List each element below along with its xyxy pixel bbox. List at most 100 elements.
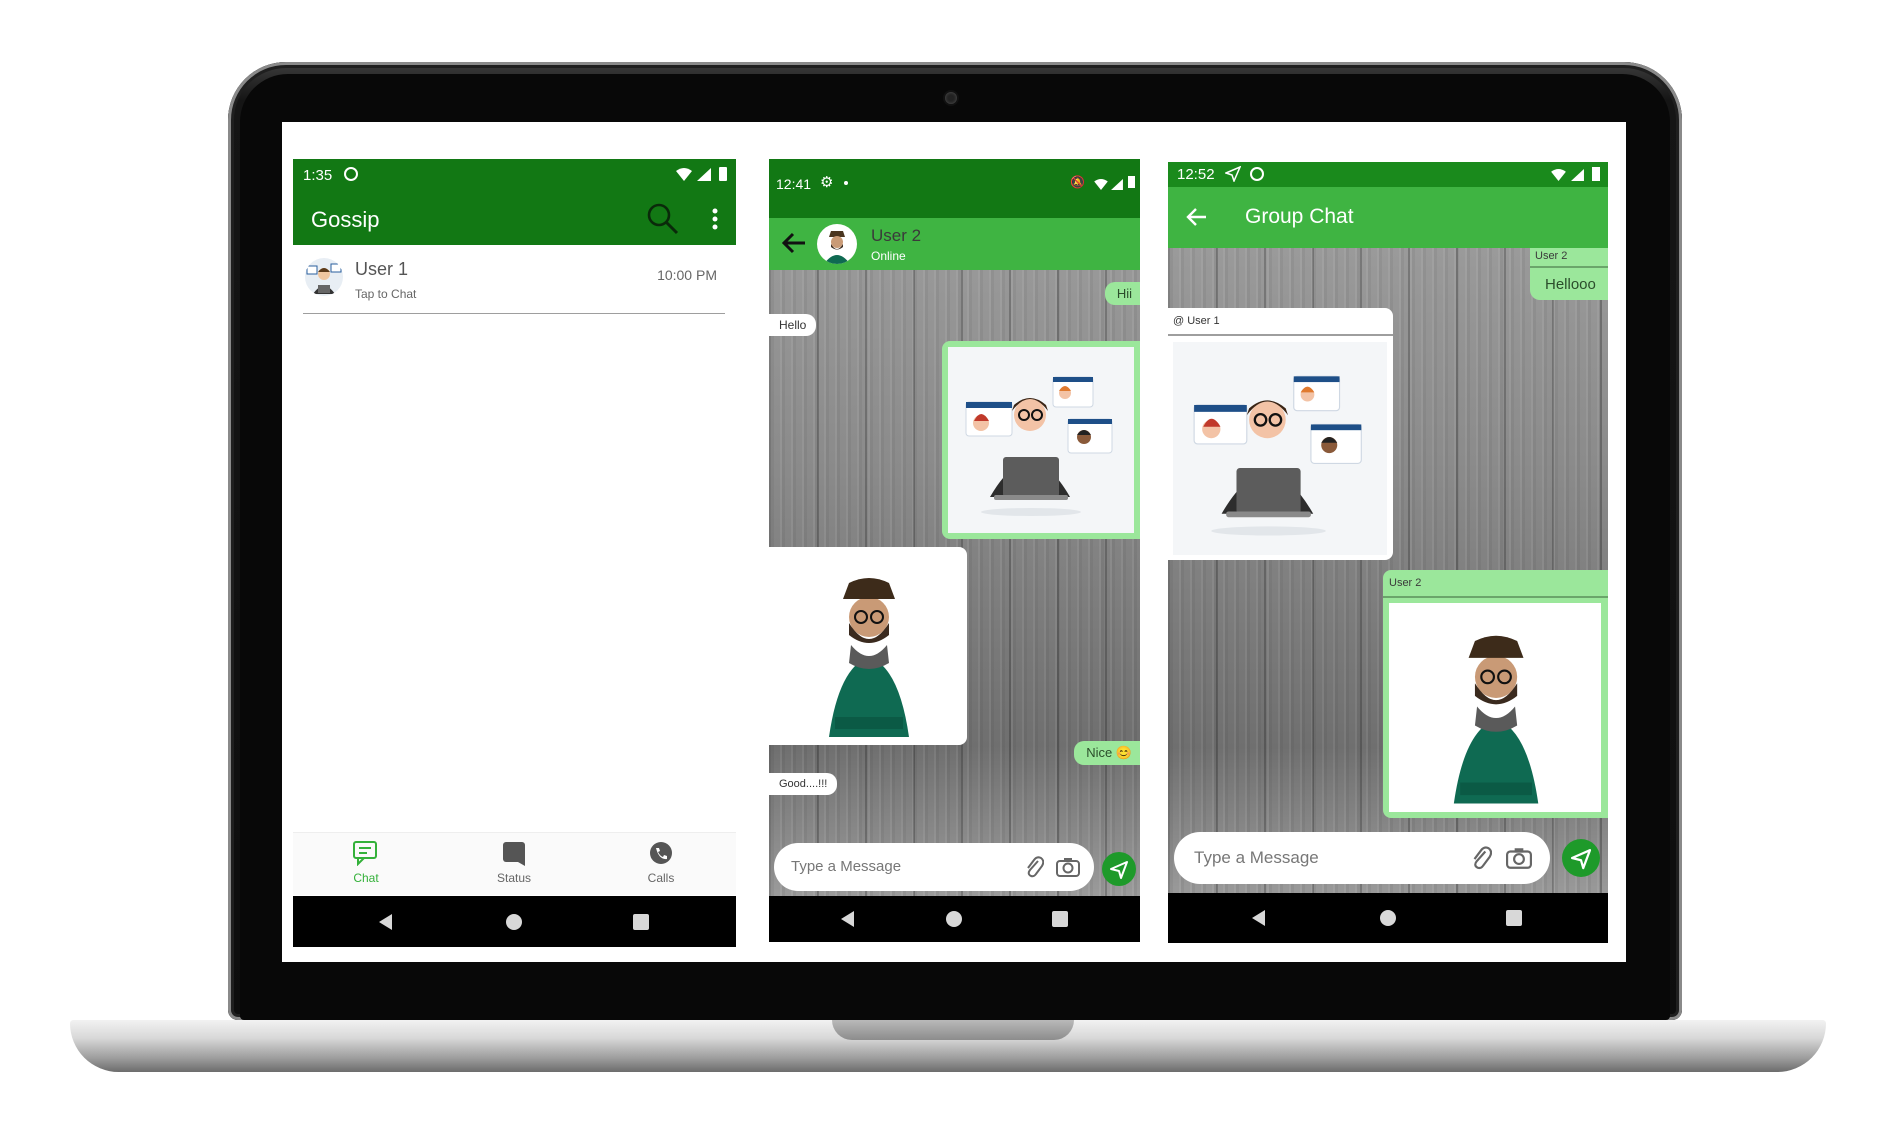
bottom-nav: Chat Status Calls	[293, 832, 736, 895]
message-text: Good....!!!	[779, 778, 828, 790]
message-bubble-out[interactable]: Nice 😊	[1074, 741, 1140, 765]
tab-status[interactable]: Status	[489, 840, 539, 885]
tab-calls-label: Calls	[647, 871, 675, 885]
data-saver-icon	[344, 167, 358, 181]
calls-icon	[650, 842, 672, 864]
message-text: Hello	[779, 318, 807, 332]
contact-name: User 2	[871, 226, 922, 245]
wifi-icon	[676, 168, 692, 184]
wifi-icon	[1094, 177, 1108, 193]
attach-icon[interactable]	[1024, 855, 1045, 884]
data-saver-icon	[1250, 167, 1264, 181]
settings-icon: ⚙	[820, 174, 834, 191]
message-text: Nice 😊	[1086, 745, 1132, 760]
chat-header: User 2 Online	[769, 218, 1140, 270]
contact-avatar[interactable]	[817, 224, 857, 264]
chat-item-time: 10:00 PM	[657, 267, 717, 283]
group-image-in[interactable]: @ User 1	[1168, 308, 1393, 560]
battery-icon	[1128, 176, 1135, 188]
laptop-notch	[832, 1020, 1074, 1040]
webcam	[945, 92, 957, 104]
image-message-out[interactable]	[942, 341, 1140, 539]
nav-recent-icon[interactable]	[633, 914, 649, 930]
message-input[interactable]: Type a Message	[1174, 832, 1550, 884]
tab-chat-label: Chat	[353, 871, 379, 885]
shared-photo	[829, 578, 909, 737]
nav-back-icon[interactable]	[1252, 910, 1265, 926]
signal-icon	[1111, 177, 1123, 193]
send-button[interactable]	[1562, 839, 1600, 877]
nav-recent-icon[interactable]	[1052, 911, 1068, 927]
camera-icon[interactable]	[1056, 857, 1080, 882]
status-time: 12:41	[776, 176, 812, 192]
message-input[interactable]: Type a Message	[774, 843, 1094, 891]
signal-icon	[1571, 168, 1584, 184]
search-icon[interactable]	[646, 202, 680, 241]
sender-divider	[1168, 334, 1393, 336]
group-title: Group Chat	[1245, 205, 1354, 228]
send-icon	[1110, 861, 1128, 879]
phone-chat-list: 1:35 Gossip User 1 Tap to Chat 10:00 PM …	[293, 159, 736, 947]
camera-icon[interactable]	[1506, 847, 1532, 874]
status-bar: 12:52	[1168, 162, 1608, 187]
status-time: 1:35	[303, 167, 333, 184]
system-nav-bar	[769, 896, 1140, 942]
sender-divider	[1530, 266, 1608, 268]
tab-status-label: Status	[496, 871, 532, 885]
app-bar: Gossip	[293, 193, 736, 245]
shared-photo	[1389, 603, 1601, 812]
chat-list-item[interactable]: User 1 Tap to Chat 10:00 PM	[303, 245, 725, 314]
message-bubble-in[interactable]: Hello	[769, 314, 817, 336]
avatar	[305, 258, 343, 296]
shared-image	[1173, 342, 1387, 555]
nav-home-icon[interactable]	[1380, 910, 1396, 926]
group-message-out[interactable]: User 2 Hellooo	[1530, 248, 1608, 300]
message-text: Hellooo	[1545, 276, 1596, 293]
status-bar: 1:35	[293, 159, 736, 193]
shared-image	[948, 347, 1134, 533]
message-bubble-in[interactable]: Good....!!!	[769, 773, 838, 795]
system-nav-bar	[1168, 893, 1608, 943]
location-icon	[1223, 165, 1242, 185]
nav-back-icon[interactable]	[841, 911, 854, 927]
message-sender: User 2	[1389, 577, 1422, 589]
status-time: 12:52	[1177, 166, 1215, 183]
mute-icon: 🔕	[1070, 175, 1085, 189]
nav-back-icon[interactable]	[379, 914, 392, 930]
back-arrow-icon[interactable]	[781, 232, 807, 259]
tab-chat[interactable]: Chat	[341, 840, 391, 885]
battery-icon	[719, 167, 727, 181]
phone-group-chat: 12:52 Group Chat User 2 Hellooo @ User 1…	[1168, 162, 1608, 943]
system-nav-bar	[293, 896, 736, 947]
nav-recent-icon[interactable]	[1506, 910, 1522, 926]
attach-icon[interactable]	[1470, 845, 1493, 876]
chat-icon	[353, 841, 377, 867]
more-options-icon[interactable]	[712, 208, 718, 235]
message-sender: @ User 1	[1173, 315, 1220, 327]
laptop-screen: 1:35 Gossip User 1 Tap to Chat 10:00 PM …	[282, 122, 1626, 962]
signal-icon	[697, 168, 711, 184]
send-button[interactable]	[1102, 852, 1136, 886]
image-message-in[interactable]	[769, 547, 967, 745]
chat-item-name: User 1	[355, 259, 409, 279]
status-icon	[503, 842, 525, 866]
wifi-icon	[1551, 168, 1566, 184]
message-input-placeholder: Type a Message	[791, 858, 902, 875]
phone-private-chat: 12:41 ⚙ 🔕 User 2 Online Hii Hello Nice 😊…	[769, 159, 1140, 942]
back-arrow-icon[interactable]	[1186, 208, 1208, 231]
contact-status: Online	[871, 249, 906, 263]
nav-home-icon[interactable]	[506, 914, 522, 930]
tab-calls[interactable]: Calls	[636, 840, 686, 885]
message-bubble-out[interactable]: Hii	[1104, 282, 1140, 305]
message-sender: User 2	[1535, 250, 1568, 262]
message-input-placeholder: Type a Message	[1194, 848, 1319, 867]
nav-home-icon[interactable]	[946, 911, 962, 927]
chat-item-subtitle: Tap to Chat	[355, 287, 417, 301]
battery-icon	[1592, 167, 1600, 181]
group-header: Group Chat	[1168, 187, 1608, 248]
group-image-out[interactable]: User 2	[1383, 570, 1608, 818]
sender-divider	[1383, 596, 1608, 598]
status-bar: 12:41 ⚙ 🔕	[769, 159, 1140, 218]
dot-icon	[844, 181, 848, 185]
send-icon	[1570, 849, 1592, 870]
